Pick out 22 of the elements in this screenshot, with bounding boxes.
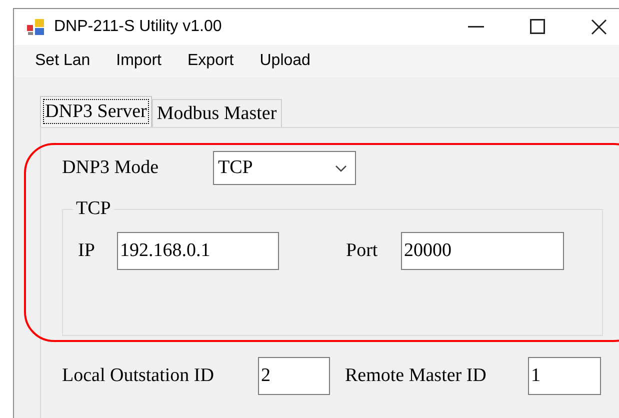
field-label: IP bbox=[78, 238, 96, 263]
field-label: DNP3 Mode bbox=[62, 156, 160, 180]
tab[interactable]: Modbus Master bbox=[152, 99, 282, 127]
app-icon bbox=[26, 18, 46, 36]
field-label: Port bbox=[346, 238, 379, 263]
field-label: Remote Master ID bbox=[345, 364, 488, 388]
menu-item[interactable]: Upload bbox=[260, 48, 310, 73]
close-icon[interactable] bbox=[591, 18, 607, 35]
tab[interactable]: DNP3 Server bbox=[40, 96, 152, 127]
menu-item[interactable]: Import bbox=[116, 48, 162, 73]
chevron-down-icon bbox=[335, 164, 347, 172]
window-title: DNP-211-S Utility v1.00 bbox=[54, 16, 222, 37]
mode-dropdown[interactable]: TCP bbox=[213, 151, 356, 185]
menu-item[interactable]: Set Lan bbox=[35, 48, 90, 73]
ip-field[interactable]: 192.168.0.1 bbox=[117, 232, 279, 270]
menu-item[interactable]: Export bbox=[188, 48, 234, 73]
minimize-icon[interactable] bbox=[468, 26, 484, 28]
master-id-field[interactable]: 1 bbox=[528, 357, 601, 395]
field-label: Local Outstation ID bbox=[62, 364, 215, 388]
port-field[interactable]: 20000 bbox=[401, 232, 564, 270]
outstation-id-field[interactable]: 2 bbox=[258, 357, 330, 395]
maximize-icon[interactable] bbox=[530, 19, 545, 34]
